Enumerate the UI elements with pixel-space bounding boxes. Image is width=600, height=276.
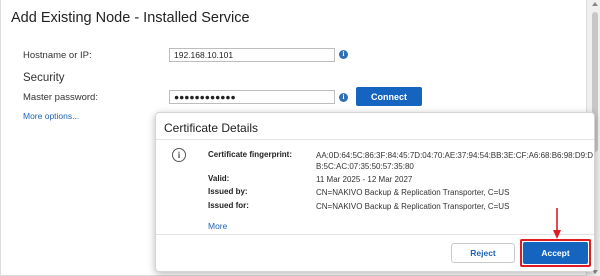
accept-button[interactable]: Accept <box>523 242 588 264</box>
info-circle-icon: i <box>172 148 186 162</box>
more-options-link[interactable]: More options... <box>23 111 79 121</box>
reject-button[interactable]: Reject <box>451 243 515 263</box>
certificate-details-dialog: Certificate Details i Certificate finger… <box>155 112 595 272</box>
issued-for-value: CN=NAKIVO Backup & Replication Transport… <box>316 202 510 211</box>
valid-value: 11 Mar 2025 - 12 Mar 2027 <box>316 175 413 184</box>
page-title: Add Existing Node - Installed Service <box>11 10 250 26</box>
scroll-up-arrow-icon[interactable] <box>592 2 598 6</box>
issued-by-label: Issued by: <box>208 187 248 196</box>
dialog-header-divider <box>156 139 594 140</box>
master-password-input[interactable] <box>169 90 335 104</box>
dialog-title: Certificate Details <box>164 121 259 135</box>
security-section-label: Security <box>23 72 65 84</box>
hostname-info-icon[interactable]: i <box>339 50 348 59</box>
dialog-footer-divider <box>156 234 594 235</box>
red-arrow-down-icon <box>553 208 561 239</box>
more-link[interactable]: More <box>208 221 227 231</box>
fingerprint-label: Certificate fingerprint: <box>208 150 293 159</box>
valid-label: Valid: <box>208 174 230 183</box>
fingerprint-value: AA:0D:64:5C:86:3F:84:45:7D:04:70:AE:37:9… <box>316 151 594 171</box>
issued-for-label: Issued for: <box>208 201 249 210</box>
connect-button[interactable]: Connect <box>356 87 422 106</box>
password-info-icon[interactable]: i <box>339 93 348 102</box>
hostname-input[interactable] <box>169 48 335 62</box>
hostname-label: Hostname or IP: <box>23 50 92 61</box>
master-password-label: Master password: <box>23 92 98 103</box>
issued-by-value: CN=NAKIVO Backup & Replication Transport… <box>316 188 510 197</box>
